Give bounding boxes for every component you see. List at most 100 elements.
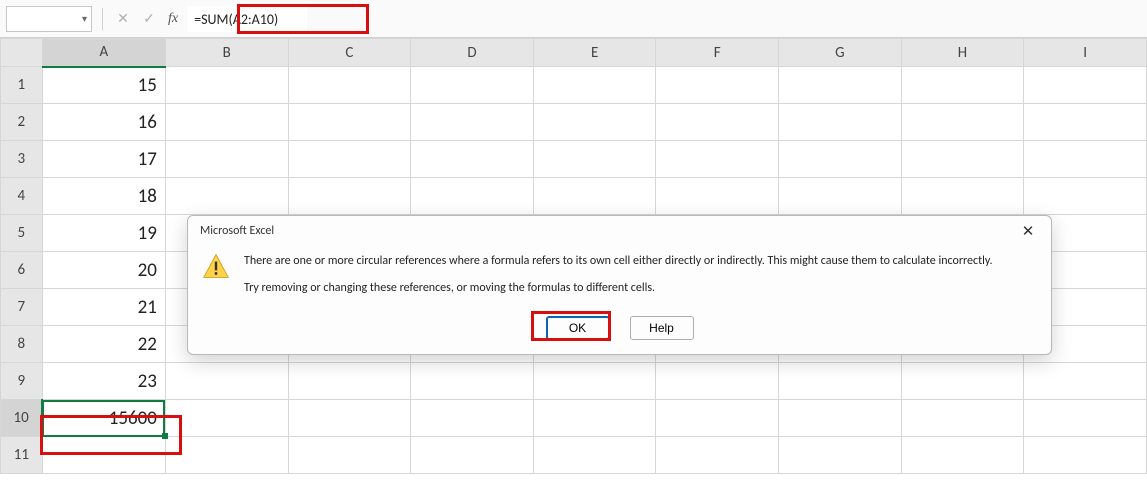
accept-formula-icon[interactable]: ✓ — [139, 9, 159, 29]
formula-bar: ▾ ✕ ✓ fx =SUM(A2:A10) — [0, 0, 1147, 38]
cell-H2[interactable] — [901, 104, 1024, 141]
cell-F11[interactable] — [656, 437, 779, 474]
help-button[interactable]: Help — [630, 316, 694, 340]
formula-input[interactable]: =SUM(A2:A10) — [187, 6, 307, 32]
row-header-6[interactable]: 6 — [1, 252, 43, 289]
cell-G4[interactable] — [779, 178, 902, 215]
dialog-title-text: Microsoft Excel — [200, 224, 274, 238]
cell-F4[interactable] — [656, 178, 779, 215]
row-header-9[interactable]: 9 — [1, 363, 43, 400]
cell-A10[interactable]: 15600 — [42, 400, 165, 437]
cell-A11[interactable] — [42, 437, 165, 474]
cell-B10[interactable] — [165, 400, 288, 437]
cell-A4[interactable]: 18 — [42, 178, 165, 215]
row-header-4[interactable]: 4 — [1, 178, 43, 215]
cell-G1[interactable] — [779, 67, 902, 104]
cell-F9[interactable] — [656, 363, 779, 400]
row-header-10[interactable]: 10 — [1, 400, 43, 437]
cancel-formula-icon[interactable]: ✕ — [113, 9, 133, 29]
cell-E2[interactable] — [533, 104, 656, 141]
cell-E3[interactable] — [533, 141, 656, 178]
cell-D9[interactable] — [411, 363, 534, 400]
cell-H9[interactable] — [901, 363, 1024, 400]
cell-E4[interactable] — [533, 178, 656, 215]
cell-D2[interactable] — [411, 104, 534, 141]
cell-H3[interactable] — [901, 141, 1024, 178]
cell-C9[interactable] — [288, 363, 411, 400]
cell-E9[interactable] — [533, 363, 656, 400]
cell-C2[interactable] — [288, 104, 411, 141]
cell-B2[interactable] — [165, 104, 288, 141]
column-header-f[interactable]: F — [656, 39, 779, 67]
cell-B3[interactable] — [165, 141, 288, 178]
cell-A8[interactable]: 22 — [42, 326, 165, 363]
cell-C4[interactable] — [288, 178, 411, 215]
cell-D11[interactable] — [411, 437, 534, 474]
cell-H4[interactable] — [901, 178, 1024, 215]
fx-icon[interactable]: fx — [165, 11, 181, 27]
column-header-d[interactable]: D — [411, 39, 534, 67]
cell-D1[interactable] — [411, 67, 534, 104]
row-header-11[interactable]: 11 — [1, 437, 43, 474]
cell-C10[interactable] — [288, 400, 411, 437]
cell-I9[interactable] — [1024, 363, 1147, 400]
cell-G11[interactable] — [779, 437, 902, 474]
cell-A3[interactable]: 17 — [42, 141, 165, 178]
cell-F10[interactable] — [656, 400, 779, 437]
cell-C11[interactable] — [288, 437, 411, 474]
column-header-a[interactable]: A — [42, 39, 165, 67]
row-header-7[interactable]: 7 — [1, 289, 43, 326]
row-header-3[interactable]: 3 — [1, 141, 43, 178]
column-header-h[interactable]: H — [901, 39, 1024, 67]
row-header-5[interactable]: 5 — [1, 215, 43, 252]
cell-I1[interactable] — [1024, 67, 1147, 104]
cell-H1[interactable] — [901, 67, 1024, 104]
cell-G3[interactable] — [779, 141, 902, 178]
cell-G9[interactable] — [779, 363, 902, 400]
cell-F3[interactable] — [656, 141, 779, 178]
cell-A1[interactable]: 15 — [42, 67, 165, 104]
cell-A6[interactable]: 20 — [42, 252, 165, 289]
row-header-8[interactable]: 8 — [1, 326, 43, 363]
cell-I4[interactable] — [1024, 178, 1147, 215]
chevron-down-icon[interactable]: ▾ — [82, 12, 87, 25]
name-box[interactable]: ▾ — [6, 6, 92, 32]
cell-E1[interactable] — [533, 67, 656, 104]
cell-F1[interactable] — [656, 67, 779, 104]
cell-C1[interactable] — [288, 67, 411, 104]
column-header-c[interactable]: C — [288, 39, 411, 67]
cell-D3[interactable] — [411, 141, 534, 178]
row-header-1[interactable]: 1 — [1, 67, 43, 104]
column-header-e[interactable]: E — [533, 39, 656, 67]
row-header-2[interactable]: 2 — [1, 104, 43, 141]
cell-G2[interactable] — [779, 104, 902, 141]
cell-B1[interactable] — [165, 67, 288, 104]
cell-H10[interactable] — [901, 400, 1024, 437]
cell-D10[interactable] — [411, 400, 534, 437]
cell-A5[interactable]: 19 — [42, 215, 165, 252]
cell-A9[interactable]: 23 — [42, 363, 165, 400]
cell-I10[interactable] — [1024, 400, 1147, 437]
cell-H11[interactable] — [901, 437, 1024, 474]
cell-E11[interactable] — [533, 437, 656, 474]
cell-A2[interactable]: 16 — [42, 104, 165, 141]
cell-B11[interactable] — [165, 437, 288, 474]
cell-G10[interactable] — [779, 400, 902, 437]
column-header-g[interactable]: G — [779, 39, 902, 67]
cell-I3[interactable] — [1024, 141, 1147, 178]
column-header-b[interactable]: B — [165, 39, 288, 67]
circular-reference-dialog: Microsoft Excel ✕ There are one or more … — [187, 215, 1052, 355]
cell-C3[interactable] — [288, 141, 411, 178]
cell-I2[interactable] — [1024, 104, 1147, 141]
close-icon[interactable]: ✕ — [1015, 220, 1041, 242]
cell-I11[interactable] — [1024, 437, 1147, 474]
cell-E10[interactable] — [533, 400, 656, 437]
cell-B9[interactable] — [165, 363, 288, 400]
cell-B4[interactable] — [165, 178, 288, 215]
cell-A7[interactable]: 21 — [42, 289, 165, 326]
cell-F2[interactable] — [656, 104, 779, 141]
select-all-corner[interactable] — [1, 39, 43, 67]
cell-D4[interactable] — [411, 178, 534, 215]
column-header-i[interactable]: I — [1024, 39, 1147, 67]
ok-button[interactable]: OK — [546, 316, 610, 340]
